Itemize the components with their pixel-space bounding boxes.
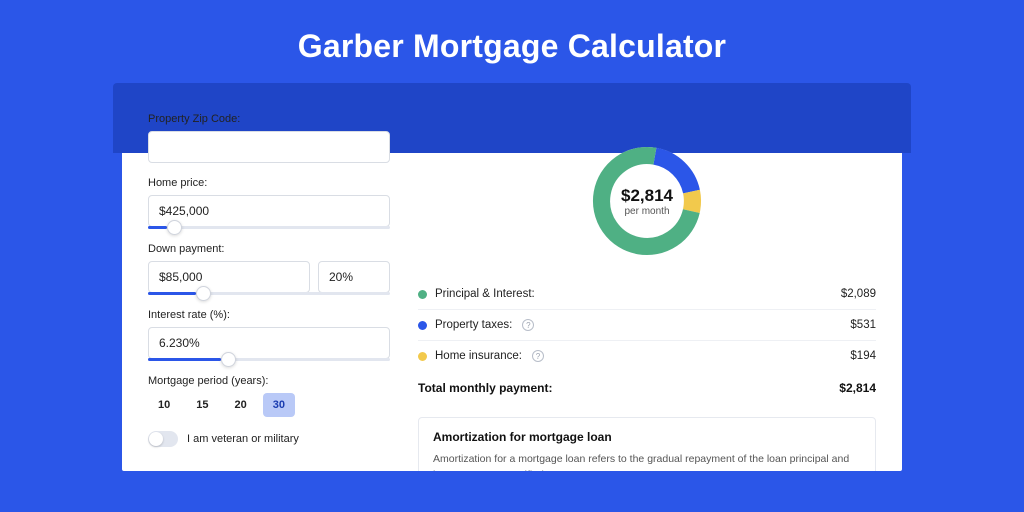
veteran-row: I am veteran or military [148,431,390,447]
home-price-input[interactable] [148,195,390,227]
breakdown-value: $2,089 [841,288,876,300]
breakdown-row: Principal & Interest: $2,089 [418,279,876,310]
breakdown-label: Property taxes: [435,319,512,331]
breakdown-label: Home insurance: [435,350,522,362]
donut-chart-wrap: $2,814 per month [418,137,876,279]
interest-rate-input[interactable] [148,327,390,359]
zip-label: Property Zip Code: [148,113,390,125]
interest-rate-slider[interactable] [148,358,390,361]
home-price-block: Home price: [148,177,390,229]
total-row: Total monthly payment: $2,814 [418,371,876,411]
slider-thumb[interactable] [167,220,182,235]
legend-dot [418,352,427,361]
breakdown-list: Principal & Interest: $2,089 Property taxe… [418,279,876,371]
veteran-label: I am veteran or military [187,433,299,445]
info-icon[interactable]: ? [522,319,534,331]
form-column: Property Zip Code: Home price: Down paym… [148,113,390,471]
home-price-label: Home price: [148,177,390,189]
down-payment-block: Down payment: [148,243,390,295]
down-payment-input[interactable] [148,261,310,293]
veteran-toggle[interactable] [148,431,178,447]
down-payment-label: Down payment: [148,243,390,255]
home-price-slider[interactable] [148,226,390,229]
amortization-box: Amortization for mortgage loan Amortizat… [418,417,876,471]
amortization-title: Amortization for mortgage loan [433,430,861,444]
breakdown-row: Property taxes:? $531 [418,310,876,341]
zip-field-block: Property Zip Code: [148,113,390,163]
legend-dot [418,290,427,299]
total-value: $2,814 [839,381,876,395]
breakdown-row: Home insurance:? $194 [418,341,876,371]
period-options: 1015 2030 [148,393,390,417]
period-option-20[interactable]: 20 [225,393,257,417]
period-label: Mortgage period (years): [148,375,390,387]
down-payment-slider[interactable] [148,292,390,295]
period-option-10[interactable]: 10 [148,393,180,417]
breakdown-value: $531 [850,319,876,331]
breakdown-label: Principal & Interest: [435,288,535,300]
period-block: Mortgage period (years): 1015 2030 [148,375,390,417]
donut-amount: $2,814 [621,186,673,206]
slider-thumb[interactable] [196,286,211,301]
info-icon[interactable]: ? [532,350,544,362]
toggle-knob [149,432,163,446]
zip-input[interactable] [148,131,390,163]
interest-rate-label: Interest rate (%): [148,309,390,321]
total-label: Total monthly payment: [418,381,552,395]
slider-thumb[interactable] [221,352,236,367]
down-payment-pct-input[interactable] [318,261,390,293]
period-option-15[interactable]: 15 [186,393,218,417]
results-column: Monthly payment breakdown: $2,814 per mo… [418,113,876,471]
page-title: Garber Mortgage Calculator [0,0,1024,83]
breakdown-value: $194 [850,350,876,362]
legend-dot [418,321,427,330]
donut-chart: $2,814 per month [587,141,707,261]
interest-rate-block: Interest rate (%): [148,309,390,361]
period-option-30[interactable]: 30 [263,393,295,417]
amortization-text: Amortization for a mortgage loan refers … [433,452,861,471]
donut-sublabel: per month [624,206,669,217]
